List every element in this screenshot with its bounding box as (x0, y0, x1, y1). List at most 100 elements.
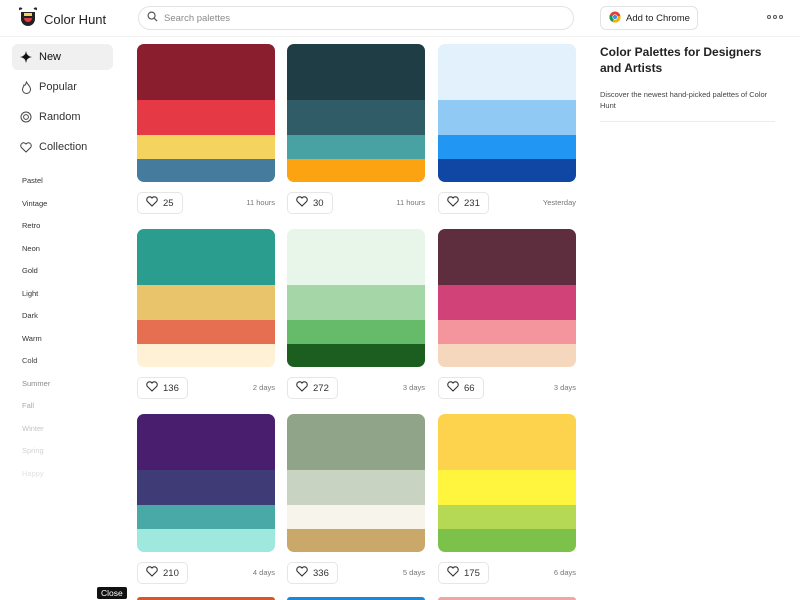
color-band[interactable] (137, 229, 275, 285)
color-band[interactable] (287, 414, 425, 470)
heart-icon (146, 196, 158, 210)
color-band[interactable] (137, 414, 275, 470)
close-button[interactable]: Close (97, 587, 127, 599)
color-band[interactable] (438, 100, 576, 135)
like-count: 336 (313, 567, 329, 579)
palette-swatch[interactable] (438, 414, 576, 552)
color-band[interactable] (438, 470, 576, 505)
color-band[interactable] (287, 344, 425, 367)
color-band[interactable] (287, 44, 425, 100)
like-button[interactable]: 272 (287, 377, 338, 399)
palette-swatch[interactable] (287, 44, 425, 182)
color-band[interactable] (137, 100, 275, 135)
color-band[interactable] (287, 505, 425, 529)
sidebar-tag-winter[interactable]: Winter (22, 423, 50, 446)
color-band[interactable] (438, 320, 576, 344)
palette-time: 3 days (553, 383, 576, 392)
sidebar-item-random[interactable]: Random (12, 104, 113, 130)
sidebar-tag-happy[interactable]: Happy (22, 468, 50, 491)
search-input[interactable] (164, 12, 544, 24)
search-bar[interactable] (138, 6, 574, 30)
palette-footer: 336 5 days (287, 562, 425, 586)
sidebar-tag-spring[interactable]: Spring (22, 445, 50, 468)
sidebar-tag-pastel[interactable]: Pastel (22, 175, 50, 198)
color-band[interactable] (287, 320, 425, 344)
sidebar-tag-gold[interactable]: Gold (22, 265, 50, 288)
color-band[interactable] (438, 414, 576, 470)
color-band[interactable] (137, 320, 275, 344)
flame-icon (20, 80, 32, 94)
color-band[interactable] (287, 285, 425, 320)
header-divider (0, 36, 800, 37)
color-band[interactable] (137, 344, 275, 367)
color-band[interactable] (438, 229, 576, 285)
sidebar-tag-warm[interactable]: Warm (22, 333, 50, 356)
color-band[interactable] (287, 100, 425, 135)
color-band[interactable] (438, 505, 576, 529)
like-button[interactable]: 336 (287, 562, 338, 584)
palette-swatch[interactable] (438, 44, 576, 182)
like-button[interactable]: 25 (137, 192, 183, 214)
color-band[interactable] (287, 529, 425, 552)
color-band[interactable] (287, 470, 425, 505)
palette-card: 272 3 days (287, 229, 425, 401)
palette-card: 175 6 days (438, 414, 576, 586)
like-button[interactable]: 66 (438, 377, 484, 399)
logo-text: Color Hunt (44, 12, 107, 27)
heart-icon (296, 566, 308, 580)
like-button[interactable]: 210 (137, 562, 188, 584)
add-to-chrome-button[interactable]: Add to Chrome (600, 6, 698, 30)
info-panel: Color Palettes for Designers and Artists… (600, 44, 775, 122)
palette-time: 4 days (252, 568, 275, 577)
palette-time: 11 hours (246, 198, 275, 207)
palette-footer: 231 Yesterday (438, 192, 576, 216)
palette-swatch[interactable] (137, 229, 275, 367)
color-band[interactable] (438, 44, 576, 100)
sidebar-tag-fall[interactable]: Fall (22, 400, 50, 423)
color-band[interactable] (137, 135, 275, 159)
logo[interactable]: Color Hunt (18, 6, 106, 33)
color-band[interactable] (438, 529, 576, 552)
sidebar-item-popular[interactable]: Popular (12, 74, 113, 100)
color-band[interactable] (137, 505, 275, 529)
color-band[interactable] (438, 285, 576, 320)
color-band[interactable] (438, 344, 576, 367)
sidebar-tag-cold[interactable]: Cold (22, 355, 50, 378)
color-band[interactable] (438, 159, 576, 182)
palette-swatch[interactable] (287, 229, 425, 367)
like-button[interactable]: 136 (137, 377, 188, 399)
palette-footer: 25 11 hours (137, 192, 275, 216)
sidebar-tag-light[interactable]: Light (22, 288, 50, 311)
palette-swatch[interactable] (137, 414, 275, 552)
like-count: 231 (464, 197, 480, 209)
sidebar-item-new[interactable]: New (12, 44, 113, 70)
color-band[interactable] (438, 135, 576, 159)
like-button[interactable]: 175 (438, 562, 489, 584)
color-band[interactable] (287, 159, 425, 182)
color-band[interactable] (287, 229, 425, 285)
sidebar-item-label: New (39, 51, 62, 63)
info-divider (600, 121, 775, 122)
palette-swatch[interactable] (287, 414, 425, 552)
sidebar-tag-retro[interactable]: Retro (22, 220, 50, 243)
palette-footer: 175 6 days (438, 562, 576, 586)
more-options-icon[interactable] (767, 15, 783, 19)
color-band[interactable] (287, 135, 425, 159)
palette-swatch[interactable] (438, 229, 576, 367)
heart-icon (20, 141, 32, 153)
color-band[interactable] (137, 470, 275, 505)
sidebar-tag-dark[interactable]: Dark (22, 310, 50, 333)
color-band[interactable] (137, 44, 275, 100)
color-band[interactable] (137, 159, 275, 182)
palette-swatch[interactable] (137, 44, 275, 182)
like-button[interactable]: 30 (287, 192, 333, 214)
sidebar-item-label: Popular (39, 81, 77, 93)
like-button[interactable]: 231 (438, 192, 489, 214)
color-band[interactable] (137, 285, 275, 320)
palette-footer: 272 3 days (287, 377, 425, 401)
sidebar-tag-neon[interactable]: Neon (22, 243, 50, 266)
sidebar-tag-vintage[interactable]: Vintage (22, 198, 50, 221)
color-band[interactable] (137, 529, 275, 552)
sidebar-item-collection[interactable]: Collection (12, 134, 113, 160)
sidebar-tag-summer[interactable]: Summer (22, 378, 50, 401)
